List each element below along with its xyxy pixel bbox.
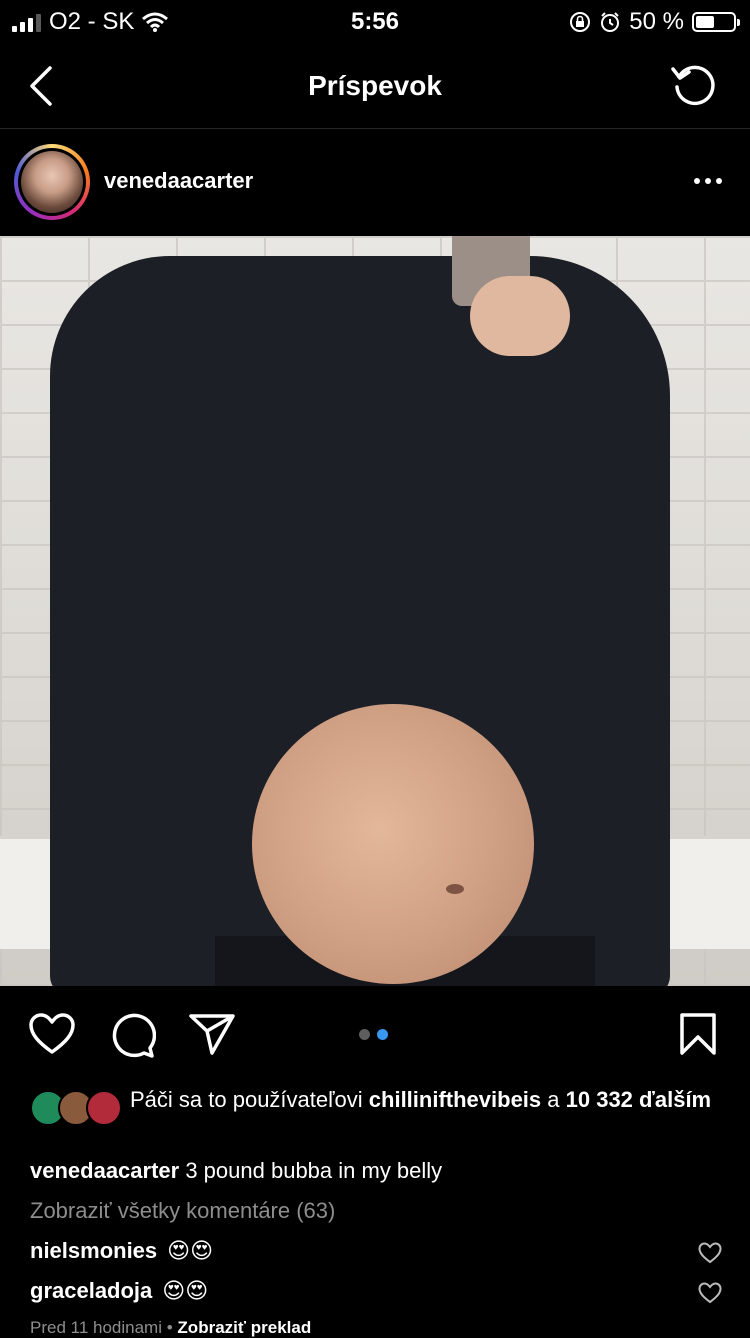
battery-percent: 50 % (629, 8, 684, 35)
comment-username[interactable]: graceladoja (30, 1278, 152, 1304)
carousel-dot (359, 1029, 370, 1040)
post-username[interactable]: venedaacarter (104, 168, 253, 194)
comment-like-heart-icon[interactable] (698, 1241, 722, 1265)
comment-username[interactable]: nielsmonies (30, 1238, 157, 1264)
likes-middle: a (541, 1087, 566, 1112)
like-heart-icon[interactable] (28, 1012, 76, 1056)
page-title: Príspevok (308, 70, 442, 101)
comment-like-heart-icon[interactable] (698, 1281, 722, 1305)
likes-text: Páči sa to používateľovi chillinifthevib… (130, 1086, 720, 1114)
share-icon[interactable] (188, 1012, 236, 1056)
comment-row: graceladoja 😍😍 (30, 1278, 208, 1304)
liker-username[interactable]: chillinifthevibeis (369, 1087, 541, 1112)
avatar (18, 148, 86, 216)
story-ring[interactable] (14, 144, 90, 220)
rotation-lock-icon (570, 12, 591, 32)
likes-prefix: Páči sa to používateľovi (130, 1087, 369, 1112)
action-bar (0, 986, 750, 1082)
see-translation-link[interactable]: Zobraziť preklad (177, 1318, 311, 1337)
liker-avatar (86, 1090, 122, 1126)
alarm-icon (601, 12, 620, 32)
comment-icon[interactable] (108, 1012, 156, 1058)
view-all-comments-link[interactable]: Zobraziť všetky komentáre (63) (30, 1198, 335, 1224)
caption-text: 3 pound bubba in my belly (179, 1158, 443, 1183)
save-bookmark-icon[interactable] (678, 1012, 718, 1056)
meta-separator: • (166, 1318, 173, 1337)
post-image[interactable] (0, 236, 750, 986)
status-right: 50 % (569, 8, 740, 36)
top-nav: Príspevok (0, 44, 750, 129)
carousel-dot-active (377, 1029, 388, 1040)
comment-text: 😍😍 (167, 1238, 214, 1264)
caption-username[interactable]: venedaacarter (30, 1158, 179, 1183)
carousel-indicator (359, 1029, 388, 1040)
caption: venedaacarter 3 pound bubba in my belly (30, 1158, 442, 1184)
post-time: Pred 11 hodinami (30, 1318, 162, 1337)
battery-icon (692, 12, 740, 32)
status-bar: O2 - SK 5:56 50 % (0, 0, 750, 44)
post-header: venedaacarter (0, 128, 750, 236)
liker-avatars (30, 1090, 130, 1126)
likes-suffix[interactable]: ďalším (639, 1087, 711, 1112)
refresh-icon[interactable] (670, 60, 720, 110)
likes-count[interactable]: 10 332 (566, 1087, 633, 1112)
post-meta: Pred 11 hodinami • Zobraziť preklad (30, 1318, 311, 1338)
comment-text: 😍😍 (162, 1278, 209, 1304)
comment-row: nielsmonies 😍😍 (30, 1238, 213, 1264)
more-options-icon[interactable] (694, 178, 722, 184)
